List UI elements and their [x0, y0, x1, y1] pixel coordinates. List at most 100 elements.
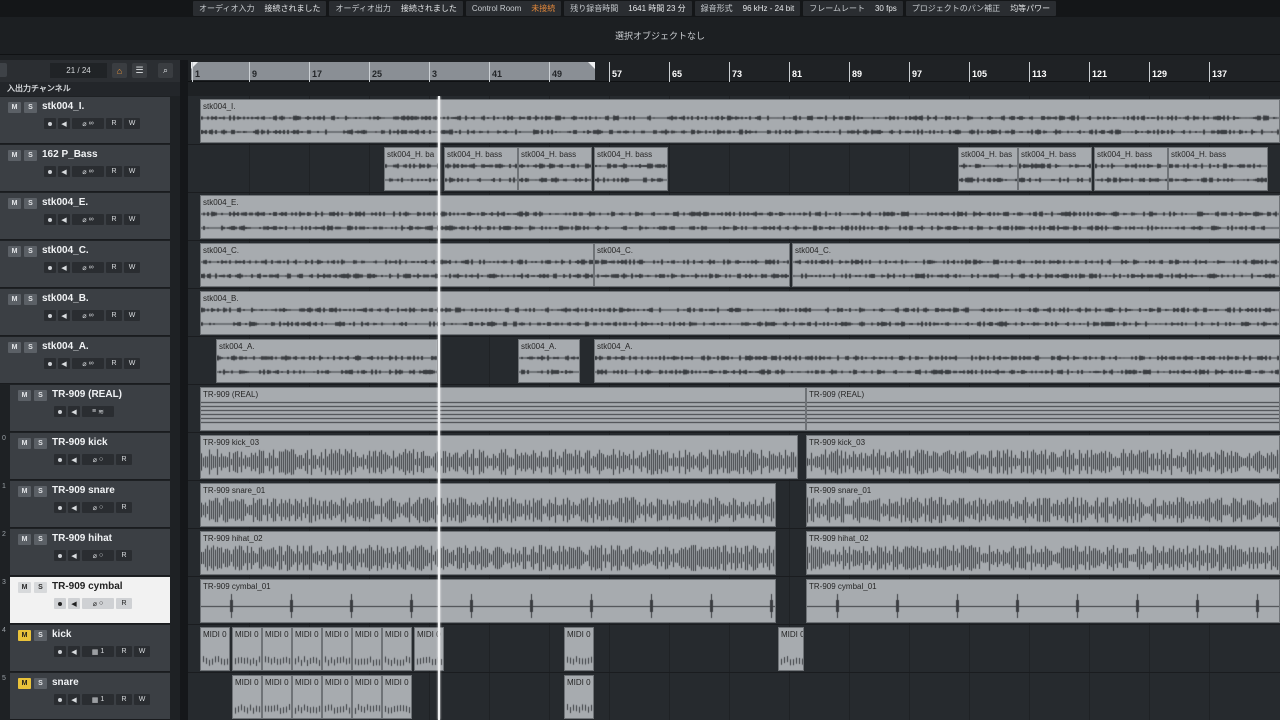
audio-event[interactable]: TR-909 snare_01 — [806, 483, 1280, 527]
record-enable-button[interactable] — [54, 454, 66, 465]
audio-event[interactable]: TR-909 kick_03 — [200, 435, 798, 479]
edit-instrument-button[interactable]: ▦ 1 — [82, 694, 114, 705]
write-automation-button[interactable]: W — [134, 694, 150, 705]
read-automation-button[interactable]: R — [116, 454, 132, 465]
audio-event[interactable]: TR-909 snare_01 — [200, 483, 776, 527]
write-automation-button[interactable]: W — [124, 310, 140, 321]
mute-button[interactable]: M — [8, 150, 21, 161]
solo-button[interactable]: S — [24, 246, 37, 257]
audio-event[interactable]: stk004_H. bass — [1168, 147, 1268, 191]
write-automation-button[interactable]: W — [124, 166, 140, 177]
monitor-button[interactable]: ◀ — [68, 550, 80, 561]
midi-part[interactable]: MIDI 0 — [778, 627, 804, 671]
home-icon[interactable]: ⌂ — [112, 63, 127, 78]
record-enable-button[interactable] — [54, 694, 66, 705]
track-header[interactable]: M Sstk004_E. ◀ ⌀ ∞ R W — [0, 193, 170, 240]
status-record-format[interactable]: 録音形式 96 kHz - 24 bit — [694, 1, 801, 16]
audio-event[interactable]: stk004_A. — [594, 339, 1280, 383]
edit-instrument-button[interactable]: ⌀ ∞ — [72, 166, 104, 177]
write-automation-button[interactable]: W — [124, 262, 140, 273]
track-name[interactable]: TR-909 kick — [52, 437, 108, 448]
status-control-room[interactable]: Control Room 未接続 — [465, 1, 562, 16]
mute-button[interactable]: M — [18, 678, 31, 689]
solo-button[interactable]: S — [24, 150, 37, 161]
solo-button[interactable]: S — [34, 582, 47, 593]
mute-button[interactable]: M — [18, 534, 31, 545]
edit-instrument-button[interactable]: ⌀ ∞ — [72, 310, 104, 321]
monitor-button[interactable]: ◀ — [68, 694, 80, 705]
track-header[interactable]: 4 M Skick ◀ ▦ 1RW — [2, 625, 170, 672]
track-header[interactable]: M Sstk004_I. ◀ ⌀ ∞ R W — [0, 97, 170, 144]
read-automation-button[interactable]: R — [106, 310, 122, 321]
status-frame-rate[interactable]: フレームレート 30 fps — [803, 1, 903, 16]
audio-event[interactable]: stk004_I. — [200, 99, 1280, 143]
mute-button[interactable]: M — [18, 486, 31, 497]
track-name[interactable]: stk004_A. — [42, 341, 89, 352]
midi-part[interactable]: MIDI 0 — [382, 675, 412, 719]
read-automation-button[interactable]: R — [116, 694, 132, 705]
audio-event[interactable]: TR-909 (REAL) — [200, 387, 806, 431]
audio-event[interactable]: TR-909 kick_03 — [806, 435, 1280, 479]
track-header[interactable]: 5 M Ssnare ◀ ▦ 1RW — [2, 673, 170, 720]
audio-event[interactable]: TR-909 hihat_02 — [200, 531, 776, 575]
search-icon[interactable]: ⌕ — [158, 63, 173, 78]
solo-button[interactable]: S — [24, 102, 37, 113]
audio-event[interactable]: stk004_A. — [518, 339, 580, 383]
status-audio-input[interactable]: オーディオ入力 接続されました — [193, 1, 327, 16]
audio-event[interactable]: stk004_H. bass — [444, 147, 518, 191]
midi-part[interactable]: MIDI 0 — [564, 675, 594, 719]
track-name[interactable]: stk004_E. — [42, 197, 88, 208]
audio-event[interactable]: stk004_H. bass — [1094, 147, 1168, 191]
mute-button[interactable]: M — [8, 102, 21, 113]
audio-event[interactable]: stk004_H. bass — [1018, 147, 1092, 191]
record-enable-button[interactable] — [54, 502, 66, 513]
midi-part[interactable]: MIDI 0 — [292, 627, 322, 671]
mute-button[interactable]: M — [8, 198, 21, 209]
solo-button[interactable]: S — [24, 198, 37, 209]
monitor-button[interactable]: ◀ — [58, 358, 70, 369]
edit-instrument-button[interactable]: ≡ ≋ — [82, 406, 114, 417]
audio-event[interactable]: stk004_H. bas — [958, 147, 1018, 191]
track-name[interactable]: TR-909 (REAL) — [52, 389, 122, 400]
record-enable-button[interactable] — [44, 262, 56, 273]
record-enable-button[interactable] — [54, 646, 66, 657]
left-zone-toggle[interactable] — [0, 63, 7, 77]
solo-button[interactable]: S — [34, 534, 47, 545]
midi-part[interactable]: MIDI 0 — [322, 675, 352, 719]
monitor-button[interactable]: ◀ — [68, 646, 80, 657]
mute-button[interactable]: M — [18, 390, 31, 401]
midi-part[interactable]: MIDI 0 — [232, 675, 262, 719]
audio-event[interactable]: stk004_E. — [200, 195, 1280, 239]
write-automation-button[interactable]: W — [134, 646, 150, 657]
record-enable-button[interactable] — [54, 406, 66, 417]
read-automation-button[interactable]: R — [116, 550, 132, 561]
track-name[interactable]: stk004_I. — [42, 101, 84, 112]
read-automation-button[interactable]: R — [106, 262, 122, 273]
audio-event[interactable]: TR-909 (REAL) — [806, 387, 1280, 431]
midi-part[interactable]: MIDI 0 — [232, 627, 262, 671]
monitor-button[interactable]: ◀ — [58, 262, 70, 273]
monitor-button[interactable]: ◀ — [58, 118, 70, 129]
track-header[interactable]: M S 162 P_Bass ◀ ⌀ ∞ R W — [0, 145, 170, 192]
edit-instrument-button[interactable]: ⌀ ○ — [82, 598, 114, 609]
solo-button[interactable]: S — [34, 630, 47, 641]
record-enable-button[interactable] — [44, 358, 56, 369]
edit-instrument-button[interactable]: ▦ 1 — [82, 646, 114, 657]
track-name[interactable]: stk004_B. — [42, 293, 89, 304]
arrange-area[interactable]: stk004_I. stk004_H. ba stk004_H. bass stk00… — [188, 96, 1280, 720]
mute-button[interactable]: M — [8, 294, 21, 305]
record-enable-button[interactable] — [44, 310, 56, 321]
midi-part[interactable]: MIDI 0 — [564, 627, 594, 671]
track-name[interactable]: stk004_C. — [42, 245, 89, 256]
edit-instrument-button[interactable]: ⌀ ∞ — [72, 358, 104, 369]
audio-event[interactable]: TR-909 cymbal_01 — [200, 579, 776, 623]
mute-button[interactable]: M — [18, 438, 31, 449]
track-header[interactable]: 3 M S TR-909 cymbal ◀ ⌀ ○ R — [2, 577, 170, 624]
edit-instrument-button[interactable]: ⌀ ∞ — [72, 214, 104, 225]
monitor-button[interactable]: ◀ — [68, 598, 80, 609]
edit-instrument-button[interactable]: ⌀ ∞ — [72, 118, 104, 129]
audio-event[interactable]: stk004_C. — [792, 243, 1280, 287]
monitor-button[interactable]: ◀ — [58, 166, 70, 177]
monitor-button[interactable]: ◀ — [68, 454, 80, 465]
track-name[interactable]: TR-909 snare — [52, 485, 115, 496]
